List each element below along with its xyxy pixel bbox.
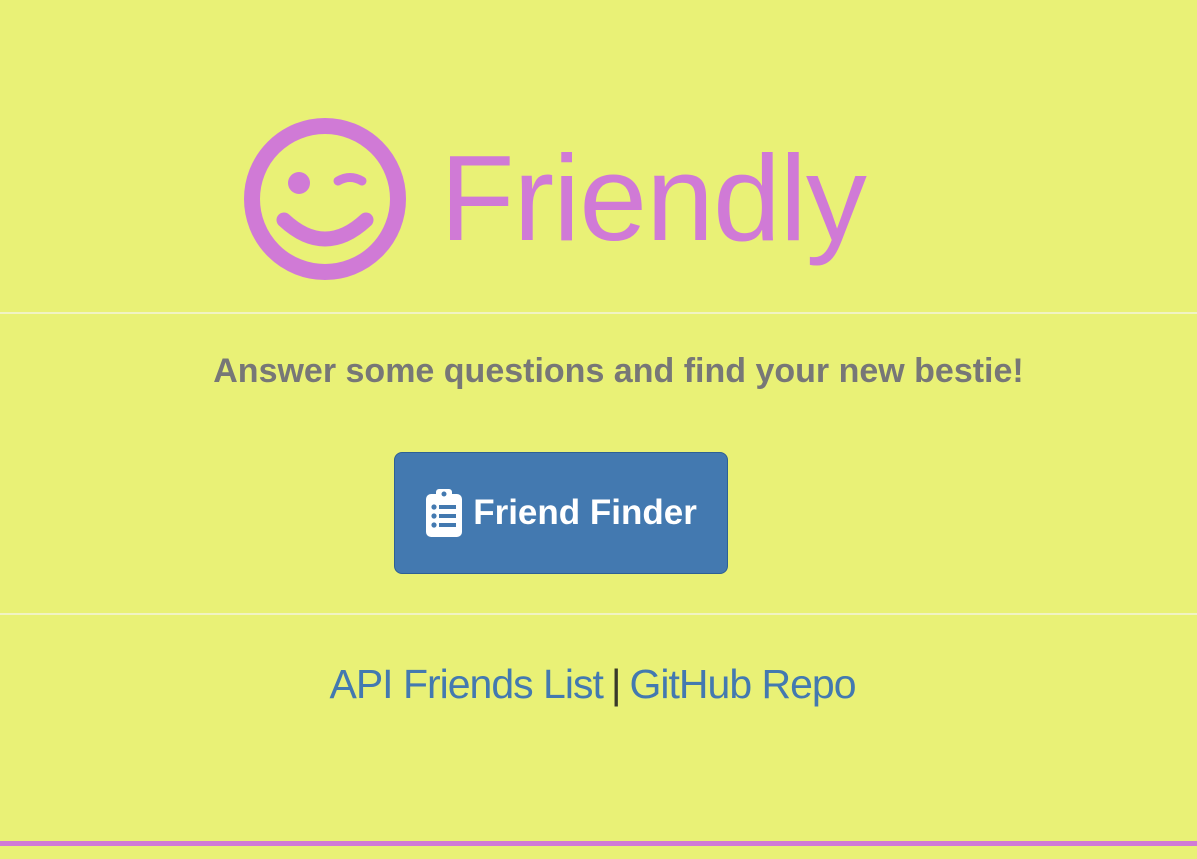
friend-finder-label: Friend Finder [473,493,697,532]
link-separator: | [610,661,622,707]
tagline: Answer some questions and find your new … [213,352,1024,390]
divider [0,613,1197,615]
winking-smiley-icon [244,118,406,280]
divider [0,312,1197,314]
clipboard-list-icon [426,489,463,537]
brand-name: Friendly [440,130,867,266]
api-friends-list-link[interactable]: API Friends List [329,661,603,707]
bottom-accent-bar [0,841,1197,846]
github-repo-link[interactable]: GitHub Repo [630,661,857,707]
footer-links: API Friends List | GitHub Repo [0,661,1185,708]
hero-header: Friendly [0,0,1197,312]
friend-finder-button[interactable]: Friend Finder [394,452,728,574]
